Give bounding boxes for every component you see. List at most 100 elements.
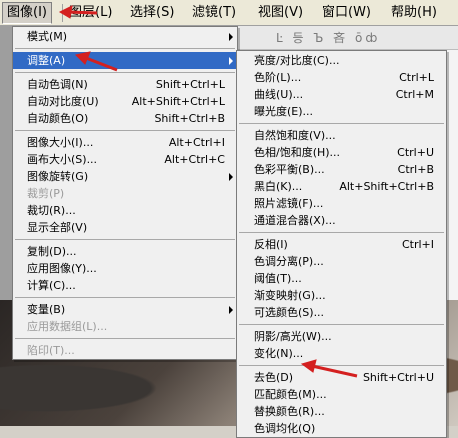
menu-item-label: 色调分离(P)... <box>254 255 324 268</box>
menu-item-image-size[interactable]: 图像大小(I)... Alt+Ctrl+I <box>13 134 237 151</box>
menu-item-levels[interactable]: 色阶(L)... Ctrl+L <box>237 69 446 86</box>
menu-item-label: 自动颜色(O) <box>27 112 89 125</box>
menu-item-vibrance[interactable]: 自然饱和度(V)... <box>237 127 446 144</box>
menu-item-label: 陷印(T)... <box>27 344 75 357</box>
menu-view[interactable]: 视图(V) <box>254 2 307 24</box>
options-toolbar: Ŀ 등 Ъ 吝 ōȸ <box>236 26 458 50</box>
menu-item-channel-mixer[interactable]: 通道混合器(X)... <box>237 212 446 229</box>
menu-item-trim[interactable]: 裁切(R)... <box>13 202 237 219</box>
menu-item-shortcut: Ctrl+L <box>399 71 434 84</box>
menu-item-label: 曝光度(E)... <box>254 105 314 118</box>
menu-image[interactable]: 图像(I) <box>2 2 52 24</box>
menu-item-replace-color[interactable]: 替换颜色(R)... <box>237 403 446 420</box>
menu-item-label: 通道混合器(X)... <box>254 214 336 227</box>
menubar-divider <box>62 4 63 22</box>
menu-separator <box>239 123 444 124</box>
menu-separator <box>239 324 444 325</box>
menu-item-shortcut: Ctrl+M <box>395 88 434 101</box>
menu-item-label: 计算(C)... <box>27 279 76 292</box>
menu-item-shortcut: Alt+Shift+Ctrl+L <box>131 95 225 108</box>
menu-item-photo-filter[interactable]: 照片滤镜(F)... <box>237 195 446 212</box>
menu-item-label: 自动对比度(U) <box>27 95 99 108</box>
menu-separator <box>15 48 235 49</box>
menu-item-trap: 陷印(T)... <box>13 342 237 359</box>
menu-item-label: 应用图像(Y)... <box>27 262 97 275</box>
menu-item-threshold[interactable]: 阈值(T)... <box>237 270 446 287</box>
menu-item-match-color[interactable]: 匹配颜色(M)... <box>237 386 446 403</box>
menu-item-label: 复制(D)... <box>27 245 77 258</box>
menu-item-adjust[interactable]: 调整(A) <box>13 52 237 69</box>
menu-item-canvas-size[interactable]: 画布大小(S)... Alt+Ctrl+C <box>13 151 237 168</box>
menu-item-shortcut: Shift+Ctrl+U <box>362 371 434 384</box>
menu-item-exposure[interactable]: 曝光度(E)... <box>237 103 446 120</box>
menu-item-label: 模式(M) <box>27 30 68 43</box>
menu-separator <box>15 338 235 339</box>
menu-item-label: 画布大小(S)... <box>27 153 98 166</box>
menu-item-shortcut: Ctrl+B <box>397 163 434 176</box>
menu-item-auto-tone[interactable]: 自动色调(N) Shift+Ctrl+L <box>13 76 237 93</box>
menu-item-shadows-highlights[interactable]: 阴影/高光(W)... <box>237 328 446 345</box>
submenu-arrow-icon <box>229 33 233 41</box>
menu-item-label: 阴影/高光(W)... <box>254 330 332 343</box>
menu-item-duplicate[interactable]: 复制(D)... <box>13 243 237 260</box>
menu-item-label: 黑白(K)... <box>254 180 303 193</box>
menu-item-calculations[interactable]: 计算(C)... <box>13 277 237 294</box>
menu-item-invert[interactable]: 反相(I) Ctrl+I <box>237 236 446 253</box>
menu-item-label: 变化(N)... <box>254 347 304 360</box>
image-menu: 模式(M) 调整(A) 自动色调(N) Shift+Ctrl+L 自动对比度(U)… <box>12 26 238 360</box>
menu-item-equalize[interactable]: 色调均化(Q) <box>237 420 446 437</box>
menu-item-label: 图像旋转(G) <box>27 170 89 183</box>
menu-item-label: 可选颜色(S)... <box>254 306 325 319</box>
menu-item-label: 色相/饱和度(H)... <box>254 146 341 159</box>
menu-item-shortcut: Ctrl+I <box>401 238 434 251</box>
menu-layer[interactable]: 图层(L) <box>65 2 116 24</box>
menu-separator <box>15 72 235 73</box>
menu-item-label: 裁切(R)... <box>27 204 76 217</box>
menu-item-image-rotation[interactable]: 图像旋转(G) <box>13 168 237 185</box>
menu-item-label: 裁剪(P) <box>27 187 65 200</box>
menu-item-mode[interactable]: 模式(M) <box>13 28 237 45</box>
menu-item-apply-data-set: 应用数据组(L)... <box>13 318 237 335</box>
menu-item-desaturate[interactable]: 去色(D) Shift+Ctrl+U <box>237 369 446 386</box>
menu-item-reveal-all[interactable]: 显示全部(V) <box>13 219 237 236</box>
menu-window[interactable]: 窗口(W) <box>318 2 375 24</box>
menu-item-shortcut: Alt+Ctrl+I <box>168 136 225 149</box>
menu-item-label: 渐变映射(G)... <box>254 289 326 302</box>
menu-item-label: 匹配颜色(M)... <box>254 388 327 401</box>
menu-item-shortcut: Shift+Ctrl+L <box>155 78 225 91</box>
menu-item-label: 曲线(U)... <box>254 88 304 101</box>
menu-item-label: 色调均化(Q) <box>254 422 316 435</box>
menu-item-shortcut: Alt+Shift+Ctrl+B <box>339 180 434 193</box>
menu-item-variables[interactable]: 变量(B) <box>13 301 237 318</box>
menu-help[interactable]: 帮助(H) <box>387 2 441 24</box>
menu-item-selective-color[interactable]: 可选颜色(S)... <box>237 304 446 321</box>
menu-filter[interactable]: 滤镜(T) <box>188 2 240 24</box>
menu-item-apply-image[interactable]: 应用图像(Y)... <box>13 260 237 277</box>
menu-separator <box>15 130 235 131</box>
menu-item-label: 色阶(L)... <box>254 71 302 84</box>
menu-item-auto-color[interactable]: 自动颜色(O) Shift+Ctrl+B <box>13 110 237 127</box>
menu-item-label: 自动色调(N) <box>27 78 88 91</box>
menu-select[interactable]: 选择(S) <box>126 2 178 24</box>
adjustments-submenu: 亮度/对比度(C)... 色阶(L)... Ctrl+L 曲线(U)... Ctrl… <box>236 50 447 438</box>
menu-item-label: 去色(D) <box>254 371 294 384</box>
menu-item-brightness-contrast[interactable]: 亮度/对比度(C)... <box>237 52 446 69</box>
menu-item-crop: 裁剪(P) <box>13 185 237 202</box>
menu-item-label: 自然饱和度(V)... <box>254 129 336 142</box>
menu-item-gradient-map[interactable]: 渐变映射(G)... <box>237 287 446 304</box>
menu-item-posterize[interactable]: 色调分离(P)... <box>237 253 446 270</box>
menu-item-variations[interactable]: 变化(N)... <box>237 345 446 362</box>
menu-item-black-white[interactable]: 黑白(K)... Alt+Shift+Ctrl+B <box>237 178 446 195</box>
menu-item-curves[interactable]: 曲线(U)... Ctrl+M <box>237 86 446 103</box>
menu-item-label: 反相(I) <box>254 238 288 251</box>
menu-separator <box>239 365 444 366</box>
menu-item-hue-saturation[interactable]: 色相/饱和度(H)... Ctrl+U <box>237 144 446 161</box>
menu-item-color-balance[interactable]: 色彩平衡(B)... Ctrl+B <box>237 161 446 178</box>
menu-item-label: 显示全部(V) <box>27 221 88 234</box>
menu-item-shortcut: Ctrl+U <box>397 146 434 159</box>
menu-item-label: 照片滤镜(F)... <box>254 197 324 210</box>
menu-item-auto-contrast[interactable]: 自动对比度(U) Alt+Shift+Ctrl+L <box>13 93 237 110</box>
menu-separator <box>239 232 444 233</box>
menu-item-label: 变量(B) <box>27 303 66 316</box>
menu-item-label: 图像大小(I)... <box>27 136 94 149</box>
